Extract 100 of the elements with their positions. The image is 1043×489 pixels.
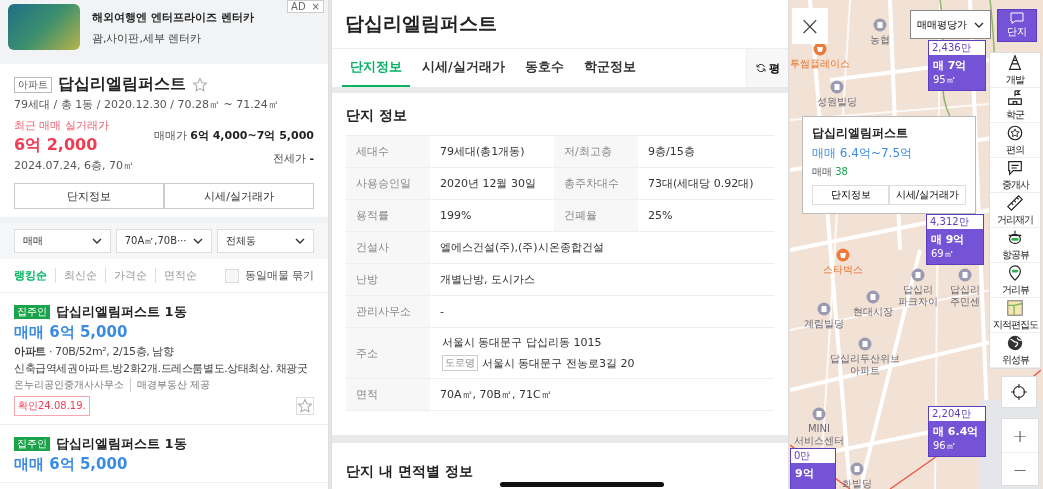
row-label: 난방 — [346, 264, 430, 296]
place-label[interactable]: 답십리두산위브 아파트 — [830, 353, 900, 377]
price-marker[interactable]: 2,436만 매 7억 95㎡ — [928, 40, 986, 91]
price-type-dropdown[interactable]: 매매평당가 — [910, 10, 991, 39]
building-icon — [812, 407, 826, 421]
owner-badge: 집주인 — [14, 305, 50, 319]
row-label: 세대수 — [346, 136, 430, 168]
place-label[interactable]: 성원빌딩 — [817, 96, 857, 108]
map-tool-button[interactable]: 거리뷰 — [990, 263, 1040, 298]
complex-summary: 79세대 / 총 1동 / 2020.12.30 / 70.28㎡ ~ 71.24㎡ — [14, 97, 280, 112]
school-icon — [1006, 88, 1024, 107]
popup-price: 매매 6.4억~7.5억 — [812, 145, 914, 162]
listing-spec: 아파트 · 70B/52m², 2/15층, 남향 — [14, 344, 175, 359]
road-address: 서울시 동대문구 전농로3길 20 — [482, 355, 635, 371]
tab[interactable]: 학군정보 — [575, 49, 644, 87]
agent-name: 온누리공인중개사사무소 — [14, 378, 124, 392]
listing-count: 매매 38 — [812, 165, 849, 179]
filter-dropdown[interactable]: 70A㎡,70B⋯ — [115, 229, 213, 253]
building-icon — [911, 268, 925, 282]
tab[interactable]: 시세/실거래가 — [414, 49, 513, 87]
ad-subtitle: 괌,사이판,세부 렌터카 — [92, 31, 203, 46]
ad-title[interactable]: 해외여행엔 엔터프라이즈 렌터카 — [92, 10, 254, 25]
pin-icon — [1006, 263, 1024, 282]
row-value: 73대(세대당 0.92대) — [638, 168, 774, 200]
chevron-icon — [91, 238, 102, 244]
section-title: 단지 정보 — [346, 107, 408, 125]
building-icon — [830, 80, 844, 94]
star-icon[interactable] — [297, 398, 313, 414]
crosshair-icon — [1011, 384, 1027, 400]
map-tool-button[interactable]: 개발 — [990, 53, 1040, 88]
lot-address: 서울시 동대문구 답십리동 1015 — [442, 335, 602, 350]
building-icon — [866, 290, 880, 304]
chevron-icon — [295, 238, 305, 244]
row-value: 9층/15층 — [638, 136, 774, 168]
map-tool-button[interactable]: 중개사 — [990, 158, 1040, 193]
close-button[interactable]: × — [308, 1, 323, 12]
row-value: 25% — [638, 200, 774, 232]
price-marker[interactable]: 0만 9억 — [790, 448, 836, 489]
map-tool-button[interactable]: 지적편집도 — [990, 298, 1040, 333]
listing-title[interactable]: 답십리엘림퍼스트 1동 — [56, 435, 187, 453]
row-value: 개별난방, 도시가스 — [430, 264, 774, 296]
sale-price: 매매가 6억 4,000~7억 5,000 — [153, 128, 314, 143]
building-icon — [858, 337, 872, 351]
map-tool-button[interactable]: 항공뷰 — [990, 228, 1040, 263]
jeonse-price: 전세가 - — [272, 151, 314, 166]
close-button[interactable]: × — [792, 8, 828, 44]
map-tool-button[interactable]: 학군 — [990, 88, 1040, 123]
place-label[interactable]: 답십리 주민센 — [950, 284, 980, 308]
map-tool-button[interactable]: 위성뷰 — [990, 333, 1040, 368]
photo-placeholder — [8, 4, 80, 50]
place-label[interactable]: MINI 서비스센터 — [794, 423, 844, 447]
checkbox[interactable] — [224, 268, 239, 283]
recent-price-label: 최근 매매 실거래가 — [14, 118, 110, 133]
locate-button[interactable] — [1001, 376, 1037, 408]
complex-title: 답십리엘림퍼스트 — [332, 0, 788, 49]
chevron-icon — [193, 238, 204, 244]
price-marker[interactable]: 2,204만 매 6.4억 96㎡ — [928, 406, 986, 457]
unit-toggle-button[interactable]: 평 — [746, 49, 788, 87]
owner-badge: 집주인 — [14, 437, 50, 451]
place-label[interactable]: 답십리 파크자이 — [898, 284, 938, 308]
filter-dropdown[interactable]: 전체동 — [217, 229, 314, 253]
chat-icon — [1006, 158, 1024, 177]
place-label[interactable]: 현대시장 — [853, 306, 893, 318]
place-label[interactable]: 농협 — [870, 34, 890, 46]
building-icon — [958, 268, 972, 282]
info-button[interactable]: 단지정보 — [812, 185, 889, 205]
provider-name: 매경부동산 제공 — [130, 378, 211, 392]
cafe-icon — [836, 248, 850, 262]
row-label: 면적 — [346, 379, 430, 411]
price-marker[interactable]: 4,312만 매 9억 69㎡ — [926, 214, 984, 265]
map-tool-button[interactable]: 편의 — [990, 123, 1040, 158]
listing-price: 매매 6억 5,000 — [14, 455, 129, 474]
place-label[interactable]: 계림빌딩 — [804, 318, 844, 330]
filter-dropdown[interactable]: 매매 — [14, 229, 111, 253]
listing-title[interactable]: 답십리엘림퍼스트 1동 — [56, 303, 187, 321]
building-icon — [850, 462, 864, 476]
row-label: 용적률 — [346, 200, 430, 232]
cadastral-icon — [1006, 298, 1024, 317]
row-label: 관리사무소 — [346, 296, 430, 328]
confirmed-date: 확인24.08.19. — [14, 396, 90, 416]
type-tag: 아파트 — [14, 76, 52, 93]
recent-detail: 2024.07.24, 6층, 70㎡ — [14, 158, 134, 173]
chat-icon — [1010, 12, 1024, 24]
info-button[interactable]: 단지정보 — [14, 183, 164, 209]
price-button[interactable]: 시세/실거래가 — [164, 183, 314, 209]
popup-title: 답십리엘림퍼스트 — [812, 125, 909, 142]
price-button[interactable]: 시세/실거래가 — [889, 185, 966, 205]
complex-toggle-button[interactable]: 단지 — [997, 9, 1037, 42]
drone-icon — [1006, 228, 1024, 247]
listing-description: 신축급역세권아파트.방2화2개.드레스룸별도.상태최상. 채광굿 — [14, 361, 309, 376]
row-value: - — [430, 296, 774, 328]
row-label: 사용승인일 — [346, 168, 430, 200]
section-title: 단지 내 면적별 정보 — [346, 463, 474, 481]
row-label: 건설사 — [346, 232, 430, 264]
star-icon[interactable] — [192, 76, 208, 93]
place-label[interactable]: 화빌딩 — [842, 478, 872, 489]
tab[interactable]: 동호수 — [516, 49, 572, 87]
map-tool-button[interactable]: 거리재기 — [990, 193, 1040, 228]
row-value: 엘에스건설(주),(주)시온종합건설 — [430, 232, 774, 264]
checkbox-label: 동일매물 묶기 — [244, 268, 314, 283]
